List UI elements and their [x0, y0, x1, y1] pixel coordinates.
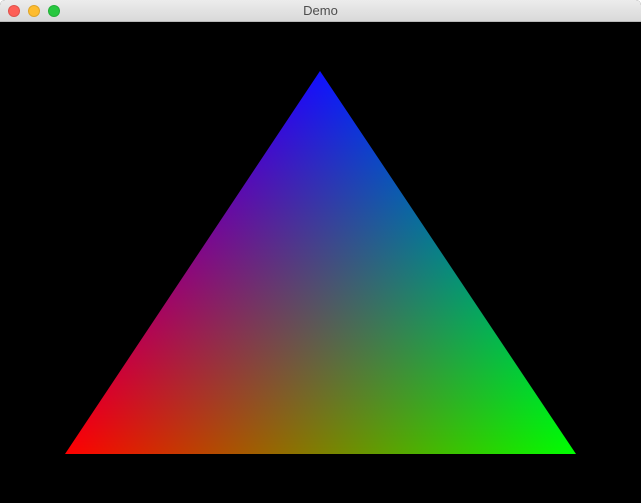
triangle-scene: [65, 71, 576, 454]
title-bar[interactable]: Demo: [0, 0, 641, 22]
render-canvas[interactable]: [1, 23, 640, 502]
triangle-blue-channel: [65, 71, 576, 454]
window-title: Demo: [303, 3, 338, 18]
app-window: Demo: [0, 0, 641, 503]
